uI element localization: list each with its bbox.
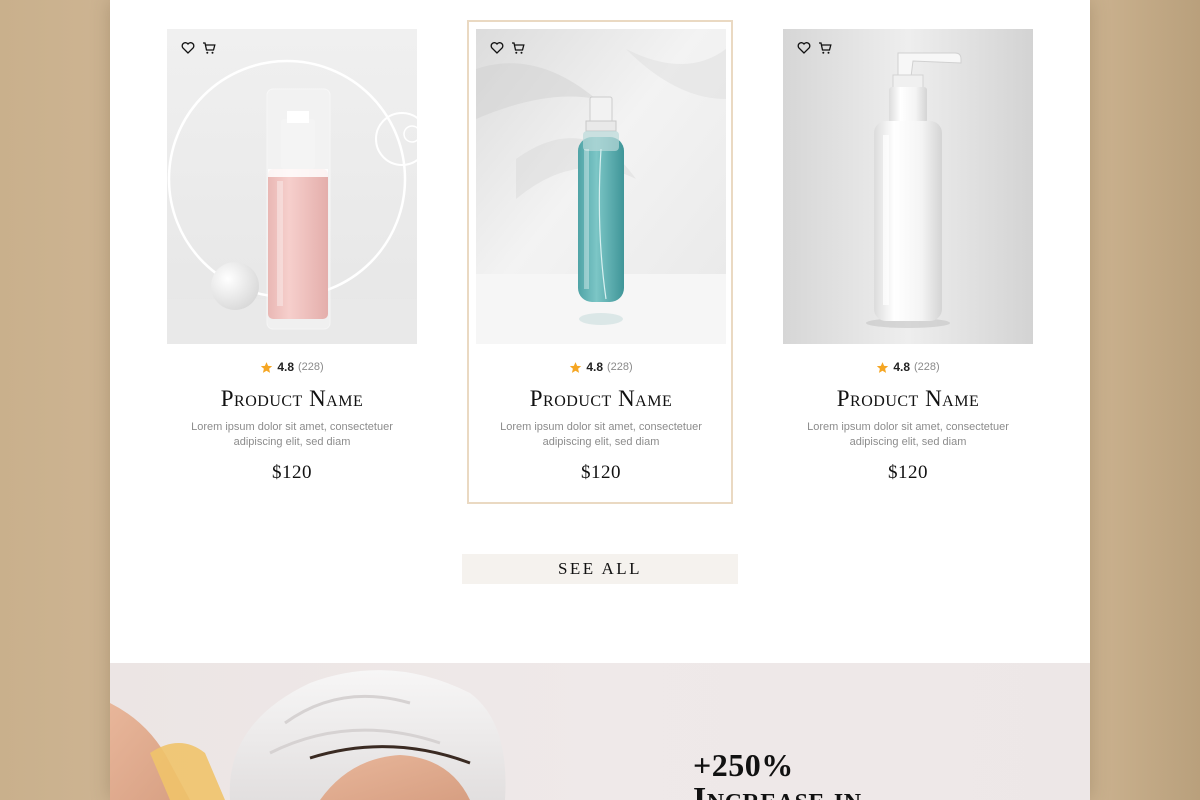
product-price: $120 [888, 462, 928, 483]
teal-spray-bottle-image [476, 29, 726, 344]
star-icon [876, 361, 889, 374]
product-title[interactable]: Product Name [783, 386, 1033, 412]
pink-serum-bottle-image [167, 29, 417, 344]
product-description: Lorem ipsum dolor sit amet, consectetuer… [807, 421, 1009, 448]
product-image[interactable] [783, 29, 1033, 344]
rating-score: 4.8 [893, 360, 910, 374]
product-price: $120 [581, 462, 621, 483]
page-frame: 4.8 (228) Product Name Lorem ipsum dolor… [0, 0, 1200, 800]
product-price: $120 [272, 462, 312, 483]
star-icon [569, 361, 582, 374]
heart-icon[interactable] [797, 41, 811, 55]
white-pump-bottle-image [783, 29, 1033, 344]
review-count: (228) [607, 361, 633, 373]
product-card[interactable]: 4.8 (228) Product Name Lorem ipsum dolor… [783, 29, 1033, 489]
review-count: (228) [914, 361, 940, 373]
product-title[interactable]: Product Name [476, 386, 726, 412]
hero-heading: Increase in [693, 781, 862, 800]
see-all-button[interactable]: SEE ALL [462, 554, 738, 584]
heart-icon[interactable] [490, 41, 504, 55]
product-title[interactable]: Product Name [167, 386, 417, 412]
product-image[interactable] [167, 29, 417, 344]
rating: 4.8 (228) [476, 360, 726, 374]
heart-icon[interactable] [181, 41, 195, 55]
star-icon [260, 361, 273, 374]
rating-score: 4.8 [277, 360, 294, 374]
cart-icon[interactable] [818, 41, 832, 55]
rating-score: 4.8 [586, 360, 603, 374]
product-card[interactable]: 4.8 (228) Product Name Lorem ipsum dolor… [476, 29, 726, 489]
rating: 4.8 (228) [783, 360, 1033, 374]
hero-photo [110, 670, 506, 800]
product-description: Lorem ipsum dolor sit amet, consectetuer… [191, 421, 393, 448]
cart-icon[interactable] [511, 41, 525, 55]
hero-stat: +250% [693, 747, 794, 783]
review-count: (228) [298, 361, 324, 373]
product-image[interactable] [476, 29, 726, 344]
product-card[interactable]: 4.8 (228) Product Name Lorem ipsum dolor… [167, 29, 417, 489]
cart-icon[interactable] [202, 41, 216, 55]
hero-section: +250% Increase in [110, 663, 1090, 800]
product-description: Lorem ipsum dolor sit amet, consectetuer… [500, 421, 702, 448]
rating: 4.8 (228) [167, 360, 417, 374]
store-page: 4.8 (228) Product Name Lorem ipsum dolor… [110, 0, 1090, 800]
